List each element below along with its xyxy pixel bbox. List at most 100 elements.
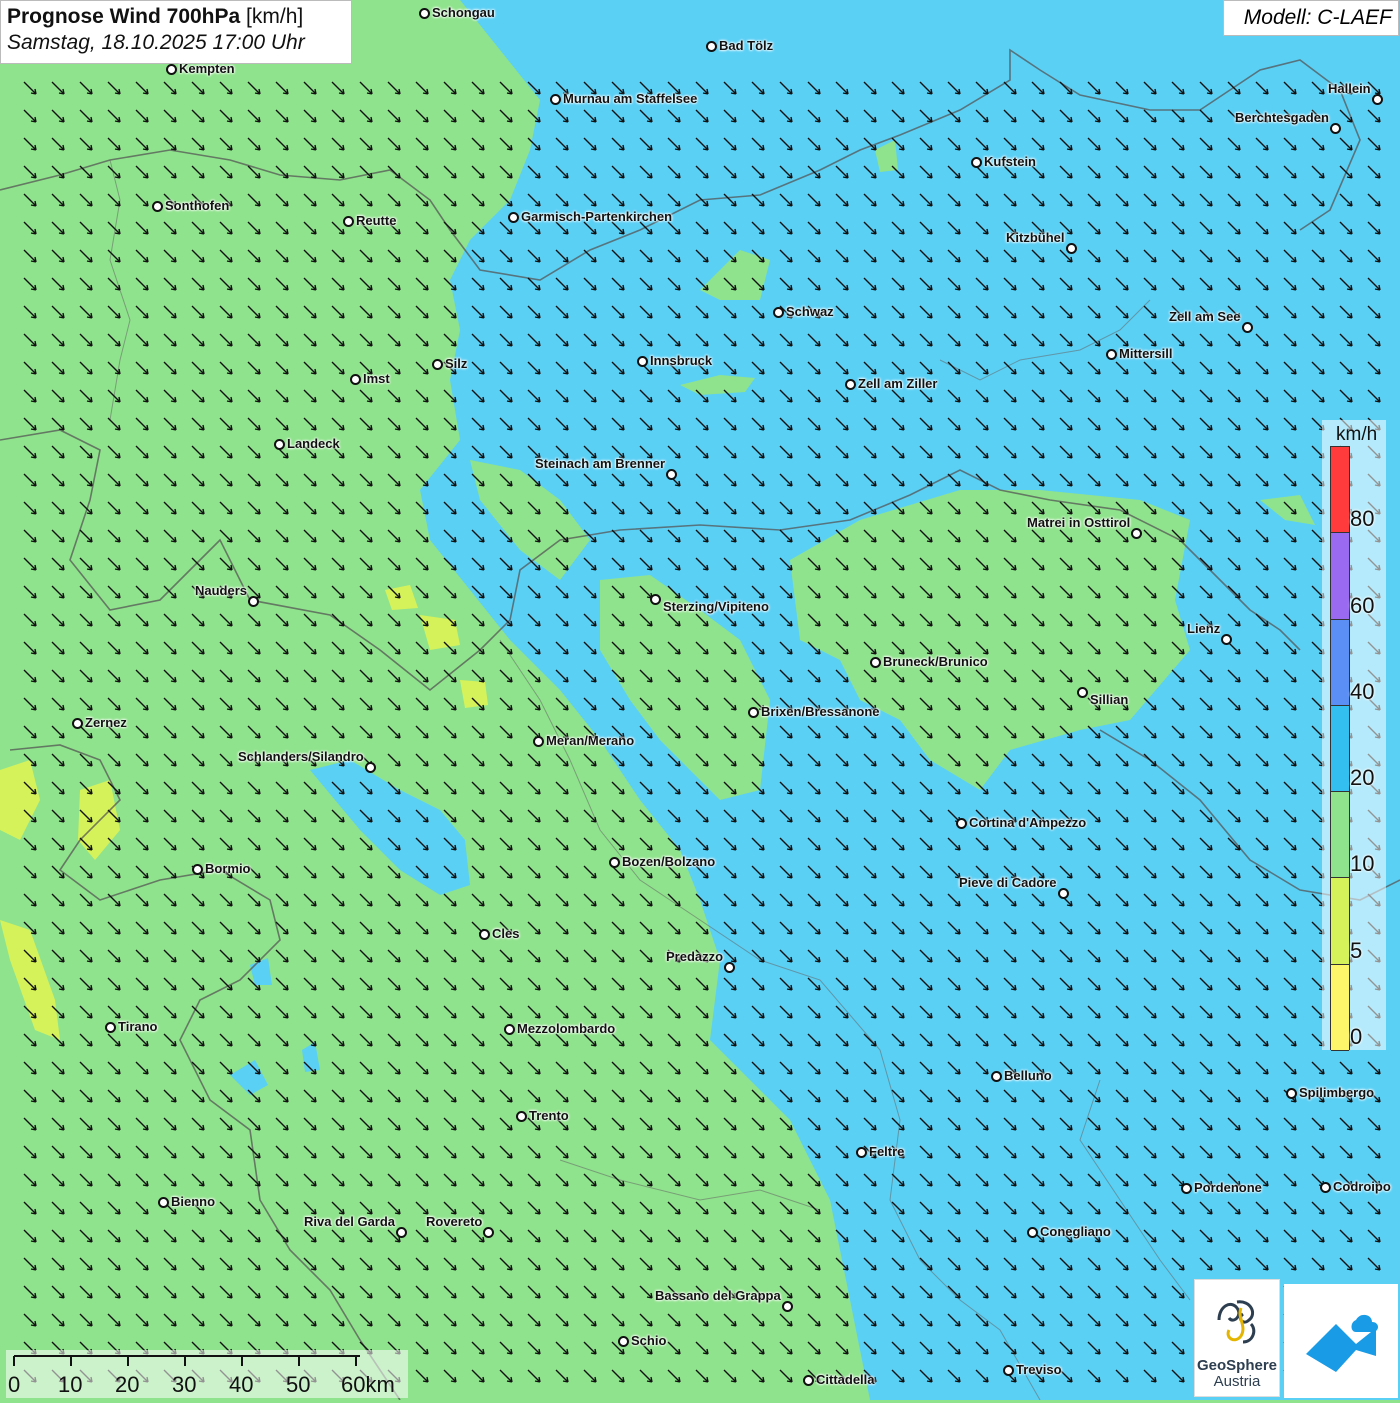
city-marker-icon bbox=[248, 596, 259, 607]
city-label: Belluno bbox=[1004, 1068, 1052, 1083]
city-marker-icon bbox=[350, 374, 361, 385]
city-label: Nauders bbox=[195, 583, 248, 598]
legend-label: 5 bbox=[1350, 938, 1363, 963]
legend-swatch bbox=[1331, 533, 1349, 620]
city-label: Matrei in Osttirol bbox=[1027, 515, 1131, 530]
city-label: Bozen/Bolzano bbox=[622, 854, 716, 869]
city-marker-icon bbox=[1181, 1183, 1192, 1194]
logo-text-line2: Austria bbox=[1213, 1373, 1261, 1390]
city-marker-icon bbox=[1058, 888, 1069, 899]
city-label: Bienno bbox=[171, 1194, 216, 1209]
city-label: Sonthofen bbox=[165, 198, 230, 213]
city-label: Cles bbox=[492, 926, 520, 941]
city-marker-icon bbox=[343, 216, 354, 227]
city-marker-icon bbox=[1106, 349, 1117, 360]
city-marker-icon bbox=[516, 1111, 527, 1122]
city-label: Zell am Ziller bbox=[858, 376, 938, 391]
scale-label-0: 0 bbox=[8, 1372, 21, 1397]
city-marker-icon bbox=[618, 1336, 629, 1347]
legend-label: 60 bbox=[1350, 593, 1375, 618]
map-title: Prognose Wind 700hPa [km/h] bbox=[7, 5, 304, 28]
city-marker-icon bbox=[782, 1301, 793, 1312]
city-label: Silz bbox=[445, 356, 468, 371]
city-marker-icon bbox=[533, 736, 544, 747]
city-marker-icon bbox=[706, 41, 717, 52]
city-marker-icon bbox=[1320, 1182, 1331, 1193]
legend-label: 20 bbox=[1350, 765, 1375, 790]
city-label: Mittersill bbox=[1119, 346, 1173, 361]
city-marker-icon bbox=[650, 594, 661, 605]
city-marker-icon bbox=[773, 307, 784, 318]
city-label: Kitzbühel bbox=[1006, 230, 1065, 245]
city-marker-icon bbox=[856, 1147, 867, 1158]
city-marker-icon bbox=[166, 64, 177, 75]
city-marker-icon bbox=[508, 212, 519, 223]
model-label: Modell: C-LAEF bbox=[1223, 0, 1399, 36]
legend-label: 10 bbox=[1350, 851, 1375, 876]
city-label: Tirano bbox=[118, 1019, 158, 1034]
city-marker-icon bbox=[1003, 1365, 1014, 1376]
city-label: Zernez bbox=[85, 715, 127, 730]
city-label: Pieve di Cadore bbox=[959, 875, 1057, 890]
city-label: Bruneck/Brunico bbox=[883, 654, 988, 669]
city-label: Bassano del Grappa bbox=[655, 1288, 781, 1303]
map-subtitle: Samstag, 18.10.2025 17:00 Uhr bbox=[7, 31, 305, 54]
city-label: Riva del Garda bbox=[304, 1214, 396, 1229]
scale-label-60km: 60km bbox=[341, 1372, 395, 1397]
geosphere-logo[interactable]: GeoSphere Austria bbox=[1194, 1279, 1280, 1397]
city-label: Conegliano bbox=[1040, 1224, 1111, 1239]
city-label: Schio bbox=[631, 1333, 667, 1348]
city-label: Lienz bbox=[1187, 621, 1221, 636]
city-marker-icon bbox=[1221, 634, 1232, 645]
city-marker-icon bbox=[274, 439, 285, 450]
city-marker-icon bbox=[845, 379, 856, 390]
city-label: Schwaz bbox=[786, 304, 834, 319]
city-marker-icon bbox=[158, 1197, 169, 1208]
city-marker-icon bbox=[637, 356, 648, 367]
legend-unit: km/h bbox=[1336, 424, 1378, 445]
city-label: Cittadella bbox=[816, 1372, 875, 1387]
city-label: Imst bbox=[363, 371, 390, 386]
city-marker-icon bbox=[1242, 322, 1253, 333]
city-label: Schongau bbox=[432, 5, 495, 20]
city-marker-icon bbox=[396, 1227, 407, 1238]
city-label: Rovereto bbox=[426, 1214, 483, 1229]
city-marker-icon bbox=[1077, 687, 1088, 698]
city-marker-icon bbox=[550, 94, 561, 105]
city-marker-icon bbox=[419, 8, 430, 19]
city-marker-icon bbox=[192, 864, 203, 875]
city-marker-icon bbox=[971, 157, 982, 168]
scale-bar: 0 10 20 30 40 50 60km bbox=[6, 1350, 408, 1398]
city-label: Reutte bbox=[356, 213, 397, 228]
city-marker-icon bbox=[666, 469, 677, 480]
city-label: Innsbruck bbox=[650, 353, 713, 368]
legend-swatch bbox=[1331, 792, 1349, 879]
scale-label-40: 40 bbox=[229, 1372, 254, 1397]
legend-colorbar bbox=[1330, 446, 1350, 1051]
city-marker-icon bbox=[365, 762, 376, 773]
legend-swatch bbox=[1331, 705, 1349, 793]
scale-label-30: 30 bbox=[172, 1372, 197, 1397]
city-label: Berchtesgaden bbox=[1235, 110, 1329, 125]
city-marker-icon bbox=[748, 707, 759, 718]
city-label: Predazzo bbox=[666, 949, 724, 964]
map-header: Prognose Wind 700hPa [km/h] Samstag, 18.… bbox=[0, 0, 352, 64]
city-marker-icon bbox=[1372, 94, 1383, 105]
legend-swatch bbox=[1331, 619, 1349, 706]
scale-label-10: 10 bbox=[58, 1372, 83, 1397]
weather-app-logo[interactable] bbox=[1284, 1284, 1398, 1398]
logo-text-line1: GeoSphere bbox=[1196, 1357, 1278, 1374]
city-label: Bad Tölz bbox=[719, 38, 774, 53]
city-marker-icon bbox=[432, 359, 443, 370]
legend-label: 0 bbox=[1350, 1024, 1363, 1049]
city-marker-icon bbox=[803, 1375, 814, 1386]
city-label: Cortina d'Ampezzo bbox=[969, 815, 1087, 830]
city-label: Trento bbox=[529, 1108, 569, 1123]
legend-swatch bbox=[1331, 447, 1349, 534]
city-marker-icon bbox=[105, 1022, 116, 1033]
city-label: Garmisch-Partenkirchen bbox=[521, 209, 673, 224]
city-label: Bormio bbox=[205, 861, 251, 876]
city-label: Treviso bbox=[1016, 1362, 1062, 1377]
city-label: Murnau am Staffelsee bbox=[563, 91, 698, 106]
city-label: Feltre bbox=[869, 1144, 905, 1159]
